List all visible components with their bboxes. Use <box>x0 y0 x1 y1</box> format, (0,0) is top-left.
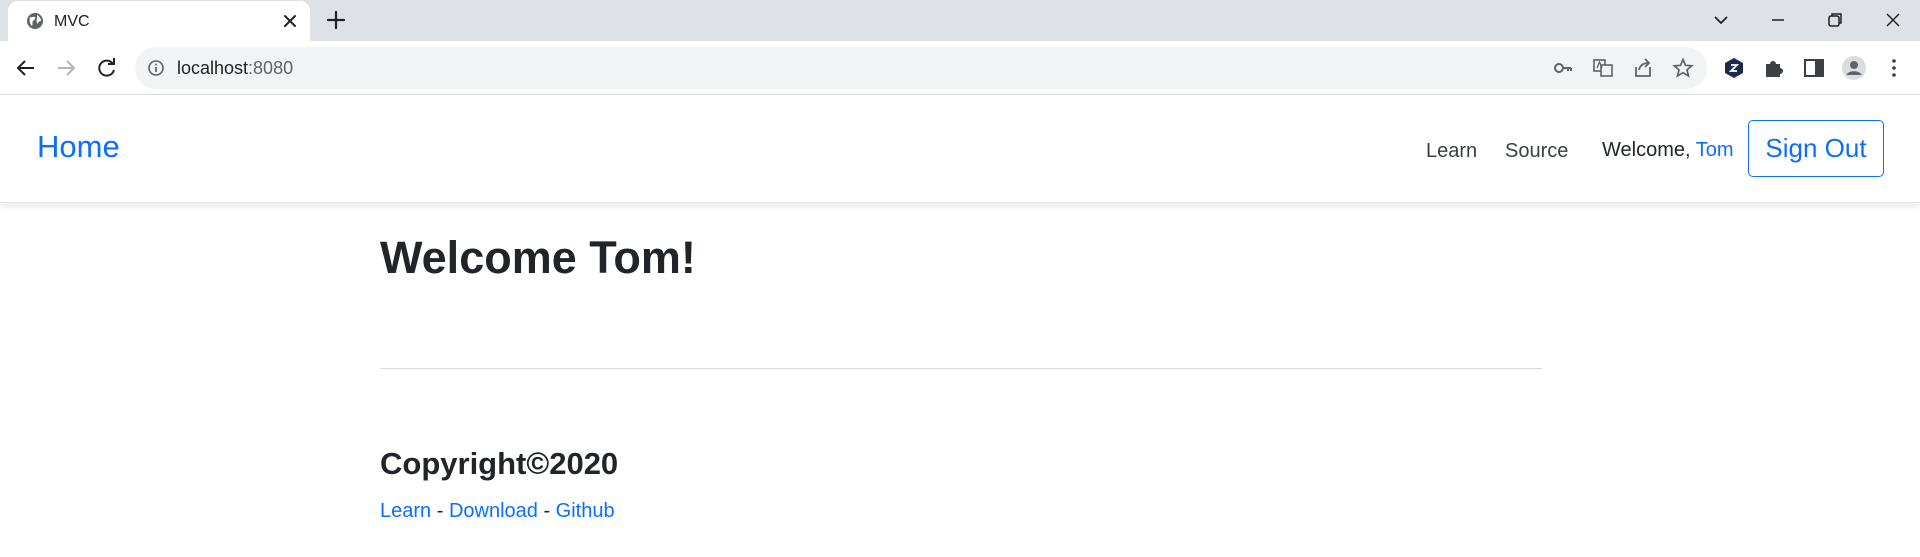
browser-toolbar: localhost:8080 <box>0 41 1920 95</box>
footer-link-learn[interactable]: Learn <box>380 500 431 522</box>
reload-icon[interactable] <box>94 55 120 81</box>
more-menu-icon[interactable] <box>1881 55 1907 81</box>
divider <box>380 368 1542 369</box>
footer-links: Learn - Download - Github <box>380 500 615 523</box>
footer-separator: - <box>537 500 556 522</box>
footer-separator: - <box>431 500 449 522</box>
brand-home-link[interactable]: Home <box>37 129 120 165</box>
browser-tab[interactable]: MVC <box>8 1 310 42</box>
site-navbar: Home Learn Source Welcome, Tom Sign Out <box>0 96 1920 203</box>
extension-hexagon-icon[interactable] <box>1721 55 1747 81</box>
close-window-icon[interactable] <box>1880 7 1906 33</box>
user-name-link[interactable]: Tom <box>1696 139 1734 161</box>
tab-title: MVC <box>54 13 90 30</box>
share-icon[interactable] <box>1632 57 1654 79</box>
welcome-text: Welcome, Tom <box>1602 139 1734 161</box>
footer-link-download[interactable]: Download <box>449 500 538 522</box>
close-icon[interactable] <box>280 11 300 31</box>
address-url: localhost:8080 <box>177 58 294 78</box>
nav-link-source[interactable]: Source <box>1505 140 1568 163</box>
globe-icon <box>27 13 43 29</box>
extensions-puzzle-icon[interactable] <box>1761 55 1787 81</box>
profile-avatar-icon[interactable] <box>1841 55 1867 81</box>
footer-link-github[interactable]: Github <box>556 500 615 522</box>
copyright-text: Copyright©2020 <box>380 446 619 481</box>
page-title: Welcome Tom! <box>380 232 696 283</box>
browser-tabstrip: MVC <box>0 0 1920 42</box>
minimize-icon[interactable] <box>1765 7 1791 33</box>
forward-arrow-icon[interactable] <box>53 55 79 81</box>
sign-out-button[interactable]: Sign Out <box>1748 120 1884 177</box>
translate-icon[interactable] <box>1592 57 1614 79</box>
restore-icon[interactable] <box>1822 7 1848 33</box>
address-bar[interactable]: localhost:8080 <box>135 47 1707 89</box>
nav-link-learn[interactable]: Learn <box>1426 140 1477 163</box>
new-tab-icon[interactable] <box>325 9 347 31</box>
key-icon[interactable] <box>1552 57 1574 79</box>
star-icon[interactable] <box>1672 57 1694 79</box>
web-page: Home Learn Source Welcome, Tom Sign Out … <box>0 96 1920 557</box>
info-icon[interactable] <box>147 59 165 77</box>
back-arrow-icon[interactable] <box>13 55 39 81</box>
side-panel-icon[interactable] <box>1801 55 1827 81</box>
chevron-down-icon[interactable] <box>1708 7 1734 33</box>
